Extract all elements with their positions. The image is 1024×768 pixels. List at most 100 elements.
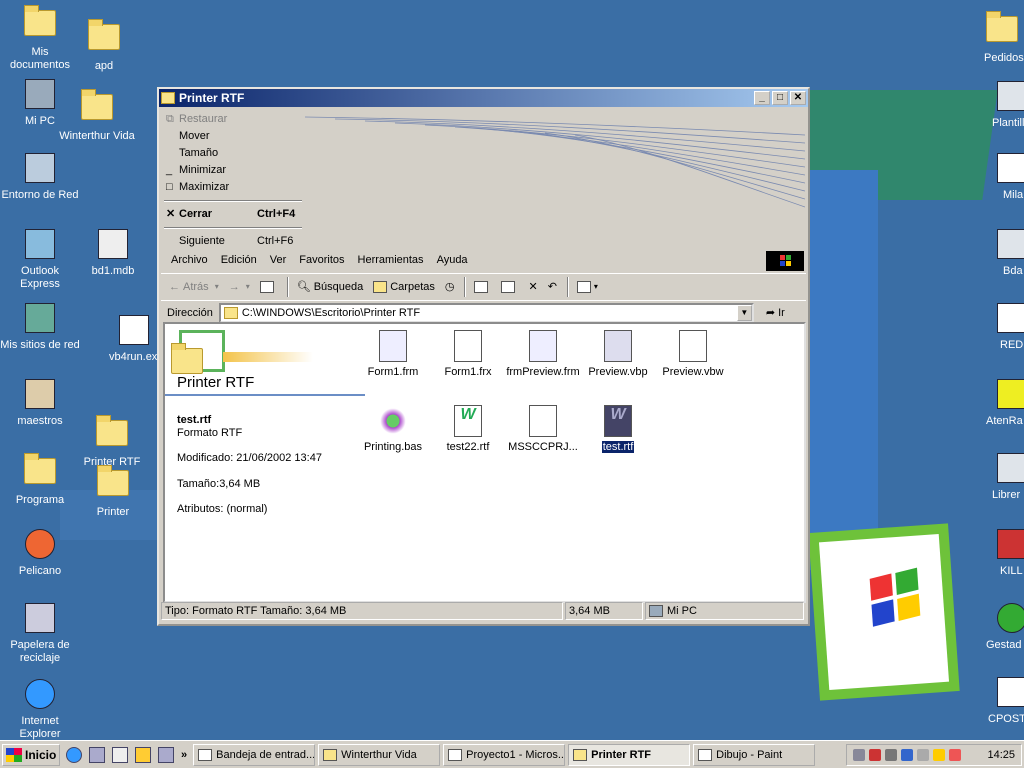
task-printer-rtf[interactable]: Printer RTF	[568, 743, 691, 766]
task-proyecto1[interactable]: Proyecto1 - Micros...	[443, 743, 566, 766]
forward-button[interactable]: → ▾	[229, 281, 250, 293]
printer-icon[interactable]	[917, 748, 929, 761]
chevron-right-icon[interactable]: »	[181, 749, 187, 761]
task-inbox[interactable]: Bandeja de entrad...	[193, 743, 316, 766]
history-button[interactable]: ◷	[445, 280, 455, 293]
file-item[interactable]: MSSCCPRJ...	[503, 405, 583, 453]
views-button[interactable]: ▾	[576, 280, 598, 293]
move-to-icon	[474, 280, 489, 293]
file-item[interactable]: frmPreview.frm	[503, 330, 583, 378]
network-icon	[24, 153, 56, 185]
desktop-icon-internet-explorer[interactable]: Internet Explorer	[0, 678, 80, 740]
media-player-icon[interactable]	[135, 746, 151, 763]
desktop-icon-bd1-mdb[interactable]: bd1.mdb	[73, 228, 153, 278]
recycle-bin-icon	[24, 603, 56, 635]
menu-item-move[interactable]: Mover	[162, 128, 304, 145]
desktop-icon-red[interactable]: RED	[996, 302, 1024, 352]
menu-item-size[interactable]: Tamaño	[162, 145, 304, 162]
user-icon[interactable]	[949, 748, 961, 761]
menu-item-close[interactable]: ✕ Cerrar Ctrl+F4	[162, 206, 304, 223]
desktop-icon-cpost[interactable]: CPOST	[988, 676, 1024, 726]
file-item[interactable]: Preview.vbw	[653, 330, 733, 378]
desktop-icon-winterthur-vida[interactable]: Winterthur Vida	[57, 88, 137, 143]
desktop-icon-printer[interactable]: Printer	[73, 464, 153, 519]
file-item[interactable]: Preview.vbp	[578, 330, 658, 378]
status-size: 3,64 MB	[565, 602, 643, 620]
folder-icon	[97, 465, 129, 502]
up-folder-button[interactable]	[259, 280, 277, 293]
menu-ayuda[interactable]: Ayuda	[437, 254, 468, 266]
bas-module-icon	[379, 405, 407, 437]
my-computer-icon	[24, 79, 56, 111]
outlook-icon[interactable]	[89, 746, 105, 763]
task-winterthur[interactable]: Winterthur Vida	[318, 743, 441, 766]
clock[interactable]: 14:25	[987, 749, 1015, 761]
desktop-icon-pelicano[interactable]: Pelicano	[0, 528, 80, 578]
menu-ver[interactable]: Ver	[270, 254, 287, 266]
window-titlebar[interactable]: Printer RTF _ □ ✕	[159, 89, 808, 107]
minimize-button[interactable]: _	[754, 91, 770, 105]
menu-favoritos[interactable]: Favoritos	[299, 254, 344, 266]
desktop-icon-papelera[interactable]: Papelera de reciclaje	[0, 602, 80, 665]
file-item-selected[interactable]: W test.rtf	[578, 405, 658, 453]
exe-icon	[118, 315, 150, 347]
show-desktop-icon[interactable]	[158, 746, 174, 763]
copy-to-button[interactable]	[501, 280, 518, 293]
desktop-icon-mis-sitios-de-red[interactable]: Mis sitios de red	[0, 302, 80, 352]
antivirus-icon[interactable]	[869, 748, 881, 761]
undo-button[interactable]: ↶	[548, 280, 557, 293]
desktop-icon-printer-rtf[interactable]: Printer RTF	[72, 414, 152, 469]
desktop-icon-bda[interactable]: Bda	[996, 228, 1024, 278]
ie-icon	[24, 679, 56, 711]
search-button[interactable]: 🔍︎ Búsqueda	[297, 280, 364, 294]
volume-icon[interactable]	[885, 748, 897, 761]
desktop-icon-maestros[interactable]: maestros	[0, 378, 80, 428]
menu-archivo[interactable]: Archivo	[171, 254, 208, 266]
address-input[interactable]: C:\WINDOWS\Escritorio\Printer RTF ▼	[218, 302, 754, 323]
file-item[interactable]: W test22.rtf	[428, 405, 508, 453]
desktop-icon-gestad[interactable]: Gestad	[986, 602, 1024, 652]
desktop-icon-atenra[interactable]: AtenRa	[986, 378, 1024, 428]
folders-button[interactable]: Carpetas	[373, 280, 435, 293]
menu-item-minimize[interactable]: _ Minimizar	[162, 162, 304, 179]
desktop-icon-entorno-de-red[interactable]: Entorno de Red	[0, 152, 80, 202]
menu-item-next[interactable]: Siguiente Ctrl+F6	[162, 233, 304, 250]
file-item[interactable]: Form1.frx	[428, 330, 508, 378]
back-button[interactable]: ← Atrás ▾	[169, 281, 219, 293]
move-to-button[interactable]	[474, 280, 491, 293]
desktop-icon-kill[interactable]: KILL	[996, 528, 1024, 578]
chevron-down-icon: ▾	[245, 282, 250, 291]
folder-banner-icon	[171, 330, 313, 374]
start-button[interactable]: Inicio	[2, 743, 60, 766]
desktop-icon-mila[interactable]: Mila	[996, 152, 1024, 202]
desktop-icon-pedidos[interactable]: Pedidos	[980, 10, 1024, 65]
notepad-icon[interactable]	[112, 746, 128, 763]
folder-icon	[88, 19, 120, 56]
power-icon[interactable]	[933, 748, 945, 761]
menu-item-restore[interactable]: ⧉ Restaurar	[162, 111, 304, 128]
file-item[interactable]: Form1.frm	[353, 330, 433, 378]
delete-button[interactable]: ✕	[528, 280, 537, 293]
menu-edicion[interactable]: Edición	[221, 254, 257, 266]
desktop-icon-apd[interactable]: apd	[64, 18, 144, 73]
close-button[interactable]: ✕	[790, 91, 806, 105]
desktop-icon-vb4run[interactable]: vb4run.exe	[104, 314, 160, 364]
address-dropdown-button[interactable]: ▼	[736, 304, 752, 321]
shortcut-icon	[996, 303, 1024, 335]
menu-item-maximize[interactable]: □ Maximizar	[162, 179, 304, 196]
desktop-icon-librer[interactable]: Librer	[992, 452, 1024, 502]
desktop-icon-outlook-express[interactable]: Outlook Express	[0, 228, 80, 291]
menu-herramientas[interactable]: Herramientas	[358, 254, 424, 266]
folder-icon[interactable]	[161, 92, 175, 104]
maximize-button[interactable]: □	[772, 91, 788, 105]
desktop-icon-plantill[interactable]: Plantill	[990, 80, 1024, 130]
search-icon[interactable]	[853, 748, 865, 761]
selected-file-type: Formato RTF	[177, 427, 243, 439]
ie-icon[interactable]	[66, 746, 82, 763]
wordpad-doc-icon: W	[604, 405, 632, 437]
desktop-icon-programa[interactable]: Programa	[0, 452, 80, 507]
go-button[interactable]: ➦ Ir	[766, 306, 785, 320]
network-icon[interactable]	[901, 748, 913, 761]
task-paint[interactable]: Dibujo - Paint	[693, 743, 816, 766]
file-item[interactable]: Printing.bas	[353, 405, 433, 453]
